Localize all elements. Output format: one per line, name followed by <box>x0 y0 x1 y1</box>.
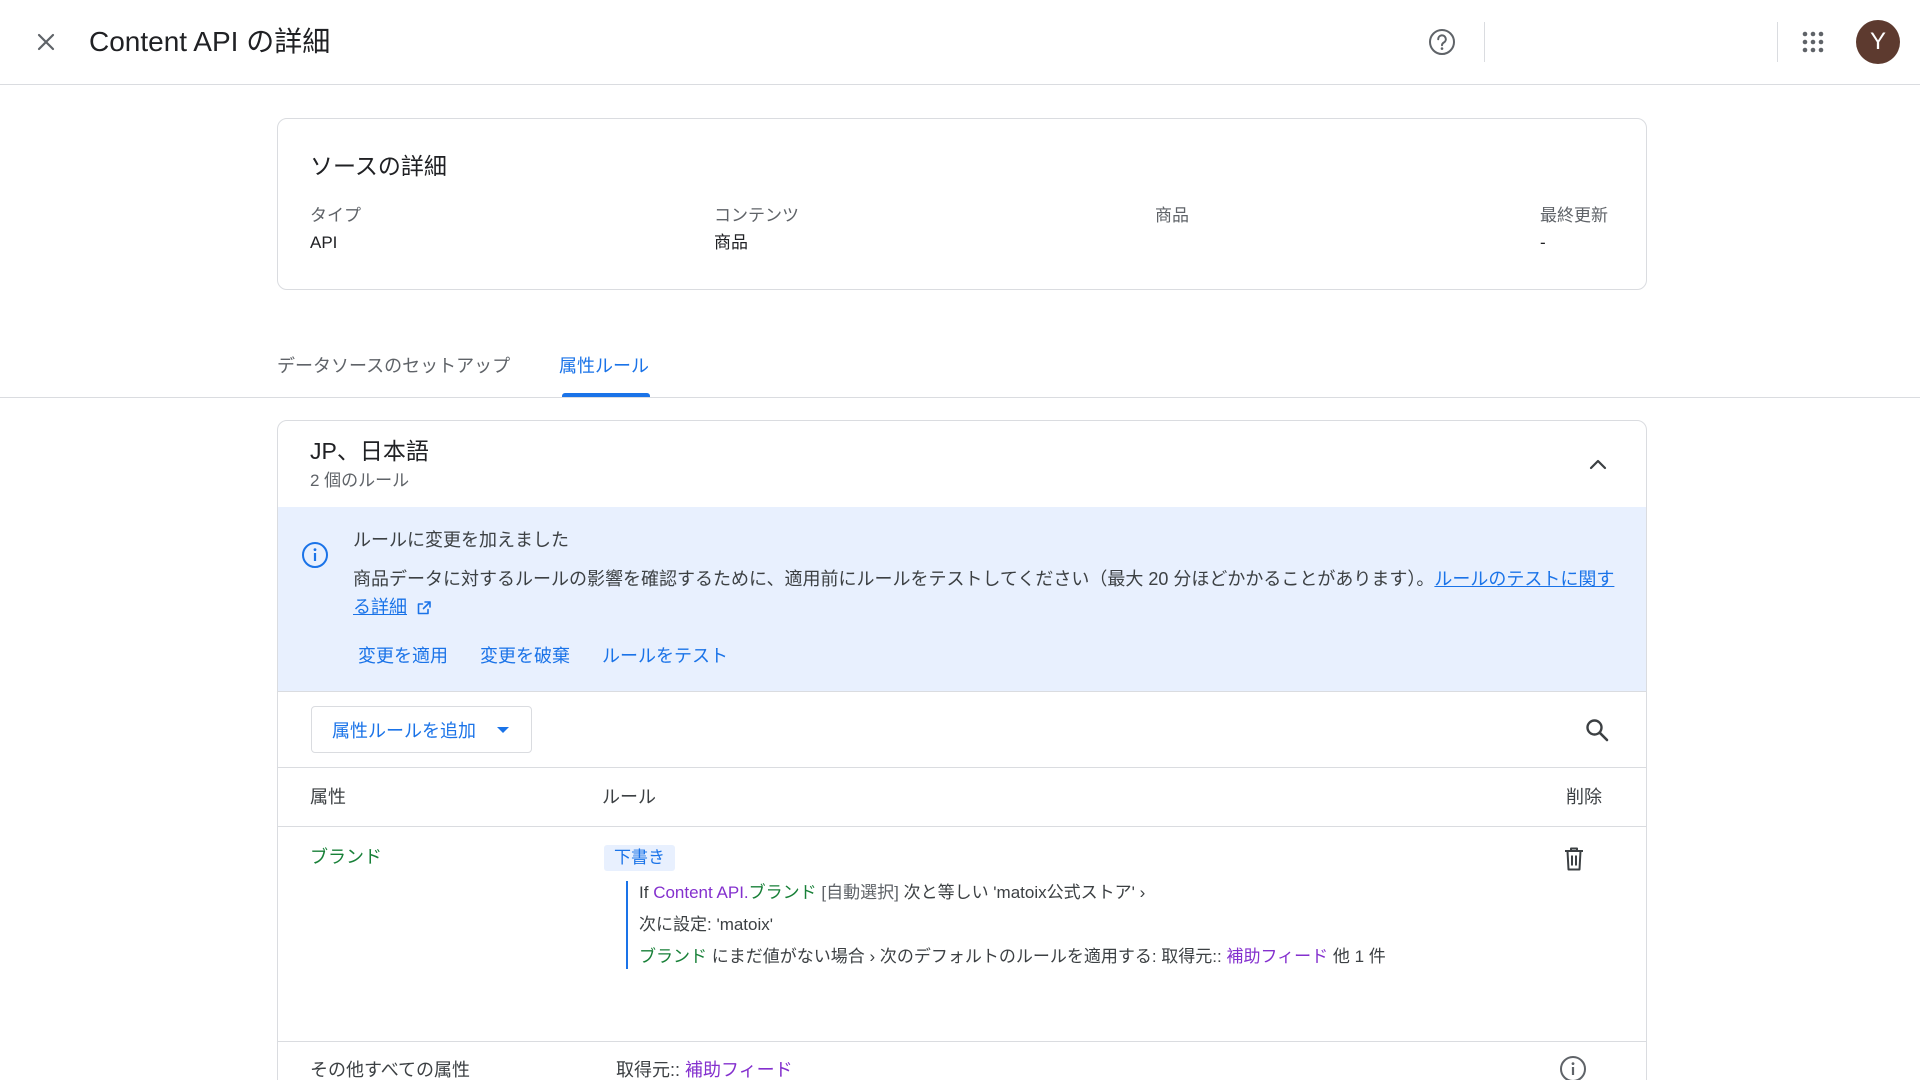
chevron-up-icon[interactable] <box>1580 447 1616 483</box>
field-label: 最終更新 <box>1540 206 1608 225</box>
rule-field: ブランド <box>748 883 817 902</box>
field-products: 商品 <box>1155 205 1189 231</box>
source-prefix: 取得元:: <box>616 1060 681 1080</box>
rule-default: ブランド にまだ値がない場合 › 次のデフォルトのルールを適用する: 取得元::… <box>639 945 1386 969</box>
field-label: コンテンツ <box>714 206 799 225</box>
tab-data-source-setup[interactable]: データソースのセットアップ <box>277 354 510 378</box>
divider <box>1777 22 1778 62</box>
changes-banner: ルールに変更を加えました 商品データに対するルールの影響を確認するために、適用前… <box>278 507 1646 692</box>
more-count: 他 1 件 <box>1332 947 1386 966</box>
column-header-attribute: 属性 <box>310 787 346 807</box>
field-value: 商品 <box>714 233 748 252</box>
supplemental-feed-link[interactable]: 補助フィード <box>1226 947 1328 966</box>
close-icon[interactable] <box>28 24 64 60</box>
column-header-delete: 削除 <box>1566 787 1602 807</box>
rule-source: Content API <box>653 883 744 902</box>
rule-definition: If Content API.ブランド [自動選択] 次と等しい 'matoix… <box>626 881 1386 969</box>
caret-down-icon <box>497 727 509 733</box>
info-icon[interactable] <box>1558 1054 1590 1080</box>
attribute-name[interactable]: ブランド <box>310 845 382 869</box>
status-badge: 下書き <box>604 845 675 871</box>
attribute-rules-card: JP、日本語 2 個のルール ルールに変更を加えました 商品データに対するルール… <box>277 420 1647 1080</box>
banner-actions: 変更を適用 変更を破棄 ルールをテスト <box>358 643 728 669</box>
rule-action: 次に設定: 'matoix' <box>639 915 774 934</box>
supplemental-feed-link[interactable]: 補助フィード <box>685 1060 793 1080</box>
banner-text: 商品データに対するルールの影響を確認するために、適用前にルールをテストしてくださ… <box>353 569 1435 589</box>
column-header-rule: ルール <box>602 787 656 807</box>
field-last-updated: 最終更新 - <box>1540 205 1608 255</box>
field-label: タイプ <box>310 206 361 225</box>
banner-body: 商品データに対するルールの影響を確認するために、適用前にルールをテストしてくださ… <box>353 565 1623 624</box>
field-label: 商品 <box>1155 206 1189 225</box>
apps-grid-icon[interactable] <box>1795 24 1831 60</box>
avatar[interactable]: Y <box>1856 20 1900 64</box>
rule-condition: If Content API.ブランド [自動選択] 次と等しい 'matoix… <box>639 881 1386 905</box>
rule-if: If <box>639 883 649 902</box>
external-link-icon <box>416 596 432 624</box>
rule-default-text: にまだ値がない場合 › 次のデフォルトのルールを適用する: 取得元:: <box>711 947 1222 966</box>
trash-icon <box>1565 847 1583 871</box>
active-tab-indicator <box>562 393 650 397</box>
search-icon[interactable] <box>1578 711 1616 749</box>
rule-operator: 次と等しい 'matoix公式ストア' › <box>903 883 1146 902</box>
rule-default-field: ブランド <box>639 947 707 966</box>
add-attribute-rule-label: 属性ルールを追加 <box>332 720 476 741</box>
tab-bar: データソースのセットアップ 属性ルール <box>0 340 1920 398</box>
source-details-heading: ソースの詳細 <box>310 153 447 179</box>
help-icon[interactable] <box>1424 24 1460 60</box>
discard-changes-button[interactable]: 変更を破棄 <box>480 643 570 669</box>
source-details-card: ソースの詳細 タイプ API コンテンツ 商品 商品 最終更新 - <box>277 118 1647 290</box>
add-attribute-rule-button[interactable]: 属性ルールを追加 <box>311 706 532 753</box>
tab-attribute-rules[interactable]: 属性ルール <box>559 354 649 378</box>
banner-title: ルールに変更を加えました <box>353 530 569 550</box>
page-title: Content API の詳細 <box>89 26 331 57</box>
info-icon <box>300 540 330 570</box>
apply-changes-button[interactable]: 変更を適用 <box>358 643 448 669</box>
table-row: ブランド 下書き If Content API.ブランド [自動選択] 次と等し… <box>278 827 1646 1042</box>
table-row: その他すべての属性 取得元:: 補助フィード <box>278 1042 1646 1080</box>
attribute-name: その他すべての属性 <box>310 1060 471 1080</box>
rule-mode: [自動選択] <box>821 883 899 902</box>
divider <box>1484 22 1485 62</box>
field-value: API <box>310 233 338 252</box>
field-value: - <box>1540 233 1546 252</box>
rule-count: 2 個のルール <box>310 471 410 490</box>
rule-source-summary: 取得元:: 補助フィード <box>616 1058 793 1080</box>
app-bar: Content API の詳細 Y <box>0 0 1920 85</box>
field-content: コンテンツ 商品 <box>714 205 799 255</box>
delete-rule-button[interactable] <box>1556 841 1592 877</box>
region-title: JP、日本語 <box>310 438 429 464</box>
rules-table-header: 属性 ルール 削除 <box>278 767 1646 827</box>
test-rules-button[interactable]: ルールをテスト <box>602 643 728 669</box>
field-type: タイプ API <box>310 205 361 255</box>
